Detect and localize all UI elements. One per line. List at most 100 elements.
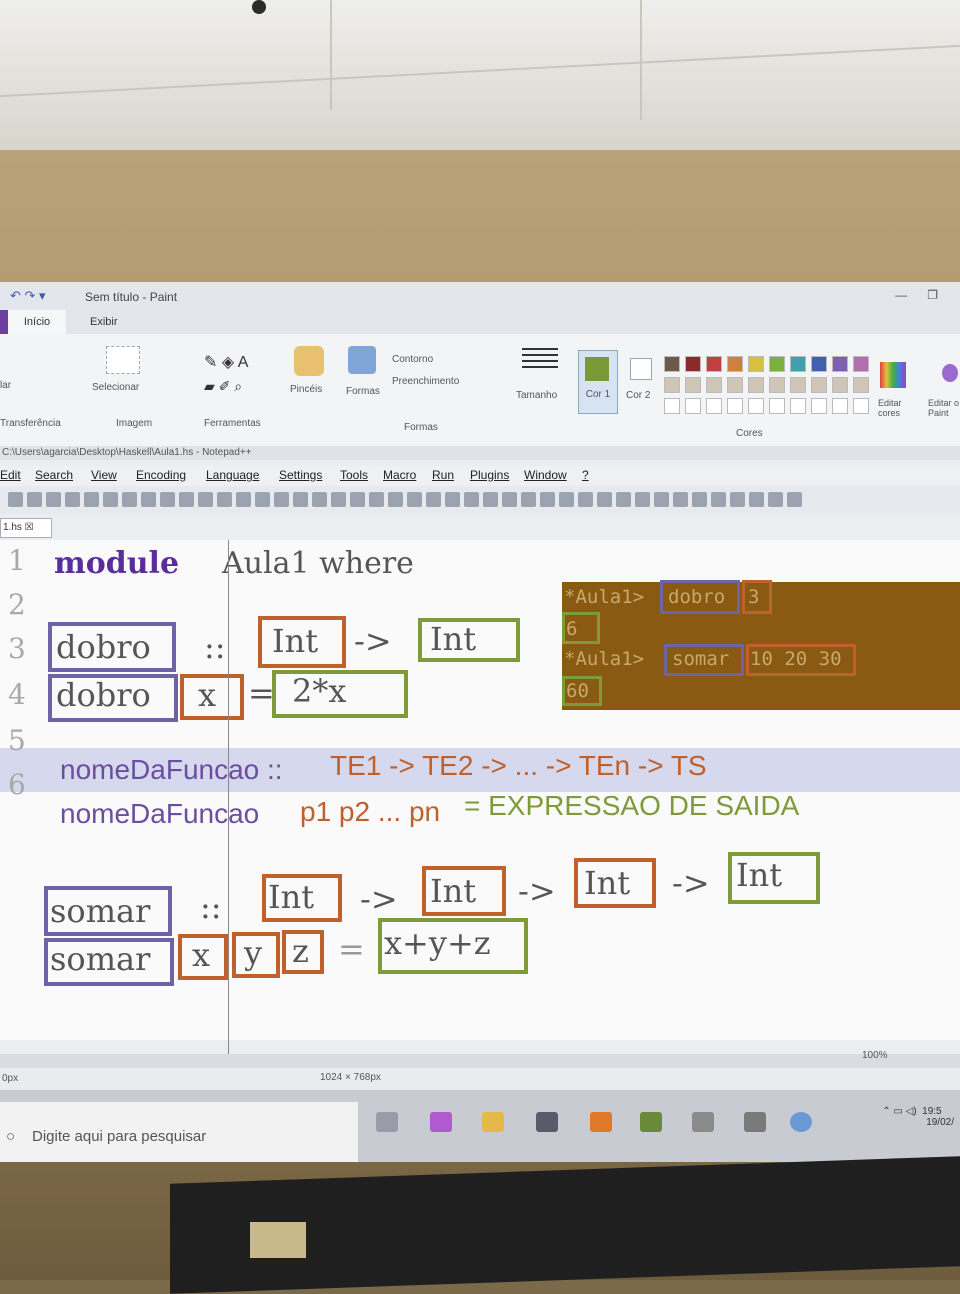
shapes-label[interactable]: Formas bbox=[346, 386, 380, 397]
palette-swatch[interactable] bbox=[685, 398, 701, 414]
paint-icon[interactable] bbox=[790, 1112, 812, 1132]
toolbar-button-icon[interactable] bbox=[312, 492, 327, 507]
app-icon[interactable] bbox=[590, 1112, 612, 1132]
toolbar-button-icon[interactable] bbox=[369, 492, 384, 507]
menu-encoding[interactable]: Encoding bbox=[136, 468, 186, 482]
palette-swatch[interactable] bbox=[664, 398, 680, 414]
toolbar-button-icon[interactable] bbox=[635, 492, 650, 507]
palette-swatch[interactable] bbox=[832, 377, 848, 393]
brushes-label[interactable]: Pincéis bbox=[290, 384, 322, 395]
palette-swatch[interactable] bbox=[748, 356, 764, 372]
select-label[interactable]: Selecionar bbox=[92, 382, 139, 393]
palette-swatch[interactable] bbox=[811, 377, 827, 393]
palette-swatch[interactable] bbox=[790, 398, 806, 414]
toolbar-button-icon[interactable] bbox=[768, 492, 783, 507]
edit-paint3d-label[interactable]: Editar o Paint bbox=[928, 398, 960, 418]
eraser-picker-magnifier-icon[interactable]: ▰ ✐ ⌕ bbox=[204, 378, 242, 395]
toolbar-button-icon[interactable] bbox=[692, 492, 707, 507]
toolbar-button-icon[interactable] bbox=[464, 492, 479, 507]
size-label[interactable]: Tamanho bbox=[516, 390, 557, 401]
toolbar-button-icon[interactable] bbox=[350, 492, 365, 507]
palette-swatch[interactable] bbox=[769, 398, 785, 414]
palette-swatch[interactable] bbox=[769, 356, 785, 372]
menu-edit[interactable]: Edit bbox=[0, 468, 21, 482]
paint3d-icon[interactable] bbox=[942, 364, 958, 382]
toolbar-button-icon[interactable] bbox=[388, 492, 403, 507]
toolbar-button-icon[interactable] bbox=[749, 492, 764, 507]
toolbar-button-icon[interactable] bbox=[46, 492, 61, 507]
tab-inicio[interactable]: Início bbox=[8, 310, 66, 334]
palette-swatch[interactable] bbox=[685, 356, 701, 372]
undo-redo-icon[interactable]: ↶ ↷ ▾ bbox=[10, 288, 46, 304]
palette-swatch[interactable] bbox=[811, 356, 827, 372]
toolbar-button-icon[interactable] bbox=[65, 492, 80, 507]
palette-swatch[interactable] bbox=[832, 356, 848, 372]
palette-swatch[interactable] bbox=[853, 377, 869, 393]
toolbar-button-icon[interactable] bbox=[122, 492, 137, 507]
palette-swatch[interactable] bbox=[748, 377, 764, 393]
toolbar-button-icon[interactable] bbox=[673, 492, 688, 507]
app-icon[interactable] bbox=[744, 1112, 766, 1132]
fill-dropdown[interactable]: Preenchimento bbox=[392, 376, 459, 387]
edit-colors-icon[interactable] bbox=[880, 362, 906, 388]
toolbar-button-icon[interactable] bbox=[255, 492, 270, 507]
menu-language[interactable]: Language bbox=[206, 468, 259, 482]
menu-view[interactable]: View bbox=[91, 468, 117, 482]
size-icon[interactable] bbox=[522, 348, 558, 372]
toolbar-button-icon[interactable] bbox=[730, 492, 745, 507]
menu-help[interactable]: ? bbox=[582, 468, 589, 482]
toolbar-button-icon[interactable] bbox=[597, 492, 612, 507]
toolbar-button-icon[interactable] bbox=[502, 492, 517, 507]
file-tab-aula1[interactable]: 1.hs ☒ bbox=[0, 518, 52, 538]
toolbar-button-icon[interactable] bbox=[236, 492, 251, 507]
toolbar-button-icon[interactable] bbox=[84, 492, 99, 507]
system-tray[interactable]: ⌃ ▭ ◁) 19:5 19/02/ bbox=[882, 1106, 954, 1128]
menu-run[interactable]: Run bbox=[432, 468, 454, 482]
menu-tools[interactable]: Tools bbox=[340, 468, 368, 482]
toolbar-button-icon[interactable] bbox=[160, 492, 175, 507]
palette-swatch[interactable] bbox=[664, 377, 680, 393]
taskbar-search-box[interactable]: ○ Digite aqui para pesquisar bbox=[0, 1102, 358, 1162]
color1-selector[interactable]: Cor 1 bbox=[578, 350, 618, 414]
menu-macro[interactable]: Macro bbox=[383, 468, 416, 482]
toolbar-button-icon[interactable] bbox=[331, 492, 346, 507]
menu-window[interactable]: Window bbox=[524, 468, 567, 482]
outline-dropdown[interactable]: Contorno bbox=[392, 354, 433, 365]
toolbar-button-icon[interactable] bbox=[407, 492, 422, 507]
file-explorer-icon[interactable] bbox=[482, 1112, 504, 1132]
select-icon[interactable] bbox=[106, 346, 140, 374]
toolbar-button-icon[interactable] bbox=[141, 492, 156, 507]
toolbar-button-icon[interactable] bbox=[483, 492, 498, 507]
toolbar-button-icon[interactable] bbox=[426, 492, 441, 507]
toolbar-button-icon[interactable] bbox=[8, 492, 23, 507]
toolbar-button-icon[interactable] bbox=[274, 492, 289, 507]
palette-swatch[interactable] bbox=[664, 356, 680, 372]
palette-swatch[interactable] bbox=[790, 356, 806, 372]
app-icon[interactable] bbox=[692, 1112, 714, 1132]
palette-swatch[interactable] bbox=[769, 377, 785, 393]
palette-swatch[interactable] bbox=[853, 356, 869, 372]
app-icon[interactable] bbox=[430, 1112, 452, 1132]
task-view-icon[interactable] bbox=[376, 1112, 398, 1132]
toolbar-button-icon[interactable] bbox=[559, 492, 574, 507]
palette-swatch[interactable] bbox=[706, 377, 722, 393]
palette-swatch[interactable] bbox=[727, 398, 743, 414]
shapes-icon[interactable] bbox=[348, 346, 376, 374]
color2-swatch[interactable] bbox=[630, 358, 652, 380]
toolbar-button-icon[interactable] bbox=[198, 492, 213, 507]
menu-settings[interactable]: Settings bbox=[279, 468, 322, 482]
edit-colors-label[interactable]: Editar cores bbox=[878, 398, 914, 418]
palette-swatch[interactable] bbox=[727, 356, 743, 372]
palette-swatch[interactable] bbox=[790, 377, 806, 393]
palette-swatch[interactable] bbox=[706, 398, 722, 414]
color2-label[interactable]: Cor 2 bbox=[626, 390, 656, 401]
toolbar-button-icon[interactable] bbox=[27, 492, 42, 507]
palette-swatch[interactable] bbox=[685, 377, 701, 393]
paste-label[interactable]: lar bbox=[0, 380, 11, 391]
tab-exibir[interactable]: Exibir bbox=[90, 316, 118, 328]
toolbar-button-icon[interactable] bbox=[540, 492, 555, 507]
palette-swatch[interactable] bbox=[748, 398, 764, 414]
toolbar-button-icon[interactable] bbox=[711, 492, 726, 507]
horizontal-scrollbar[interactable] bbox=[0, 1054, 960, 1068]
notepadpp-icon[interactable] bbox=[640, 1112, 662, 1132]
